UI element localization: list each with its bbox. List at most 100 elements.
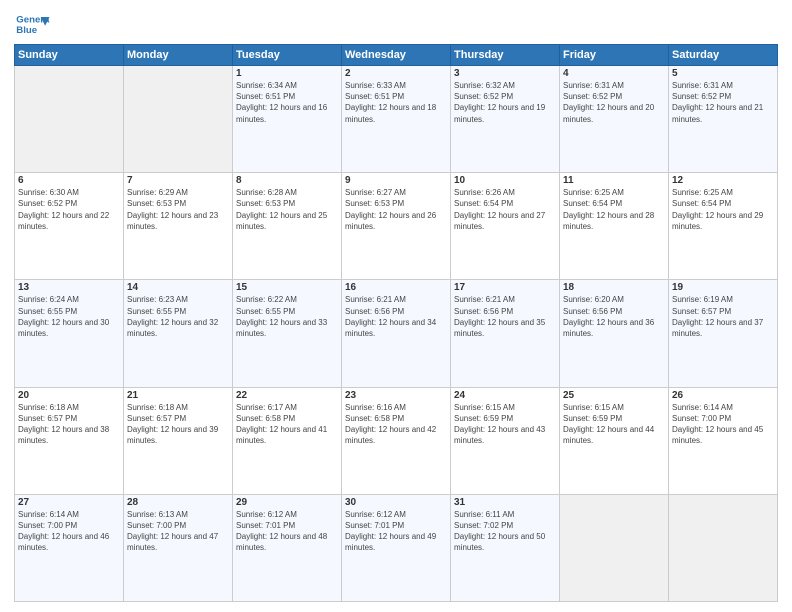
day-number: 23 <box>345 390 447 401</box>
day-number: 5 <box>672 68 774 79</box>
day-detail: Sunrise: 6:25 AMSunset: 6:54 PMDaylight:… <box>672 187 774 232</box>
calendar-cell: 7Sunrise: 6:29 AMSunset: 6:53 PMDaylight… <box>124 173 233 280</box>
day-detail: Sunrise: 6:18 AMSunset: 6:57 PMDaylight:… <box>18 402 120 447</box>
day-detail: Sunrise: 6:30 AMSunset: 6:52 PMDaylight:… <box>18 187 120 232</box>
day-detail: Sunrise: 6:17 AMSunset: 6:58 PMDaylight:… <box>236 402 338 447</box>
svg-text:Blue: Blue <box>16 25 37 36</box>
day-detail: Sunrise: 6:26 AMSunset: 6:54 PMDaylight:… <box>454 187 556 232</box>
day-number: 9 <box>345 175 447 186</box>
day-number: 25 <box>563 390 665 401</box>
day-detail: Sunrise: 6:29 AMSunset: 6:53 PMDaylight:… <box>127 187 229 232</box>
calendar-cell: 31Sunrise: 6:11 AMSunset: 7:02 PMDayligh… <box>451 494 560 601</box>
calendar-cell: 24Sunrise: 6:15 AMSunset: 6:59 PMDayligh… <box>451 387 560 494</box>
calendar-cell: 2Sunrise: 6:33 AMSunset: 6:51 PMDaylight… <box>342 66 451 173</box>
calendar-week-2: 6Sunrise: 6:30 AMSunset: 6:52 PMDaylight… <box>15 173 778 280</box>
day-detail: Sunrise: 6:18 AMSunset: 6:57 PMDaylight:… <box>127 402 229 447</box>
calendar-cell: 1Sunrise: 6:34 AMSunset: 6:51 PMDaylight… <box>233 66 342 173</box>
day-detail: Sunrise: 6:19 AMSunset: 6:57 PMDaylight:… <box>672 294 774 339</box>
day-detail: Sunrise: 6:13 AMSunset: 7:00 PMDaylight:… <box>127 509 229 554</box>
day-detail: Sunrise: 6:15 AMSunset: 6:59 PMDaylight:… <box>563 402 665 447</box>
calendar-cell <box>560 494 669 601</box>
day-number: 8 <box>236 175 338 186</box>
day-number: 26 <box>672 390 774 401</box>
weekday-header-tuesday: Tuesday <box>233 45 342 66</box>
calendar-cell: 6Sunrise: 6:30 AMSunset: 6:52 PMDaylight… <box>15 173 124 280</box>
calendar-cell: 8Sunrise: 6:28 AMSunset: 6:53 PMDaylight… <box>233 173 342 280</box>
calendar-cell: 4Sunrise: 6:31 AMSunset: 6:52 PMDaylight… <box>560 66 669 173</box>
day-number: 22 <box>236 390 338 401</box>
day-number: 16 <box>345 282 447 293</box>
calendar-cell: 3Sunrise: 6:32 AMSunset: 6:52 PMDaylight… <box>451 66 560 173</box>
day-number: 21 <box>127 390 229 401</box>
day-detail: Sunrise: 6:34 AMSunset: 6:51 PMDaylight:… <box>236 80 338 125</box>
day-number: 28 <box>127 497 229 508</box>
weekday-header-sunday: Sunday <box>15 45 124 66</box>
calendar-cell: 29Sunrise: 6:12 AMSunset: 7:01 PMDayligh… <box>233 494 342 601</box>
weekday-header-thursday: Thursday <box>451 45 560 66</box>
calendar-cell: 17Sunrise: 6:21 AMSunset: 6:56 PMDayligh… <box>451 280 560 387</box>
page-header: General Blue <box>14 10 778 38</box>
day-number: 18 <box>563 282 665 293</box>
day-number: 17 <box>454 282 556 293</box>
day-number: 2 <box>345 68 447 79</box>
weekday-header-friday: Friday <box>560 45 669 66</box>
calendar-cell: 28Sunrise: 6:13 AMSunset: 7:00 PMDayligh… <box>124 494 233 601</box>
calendar-week-5: 27Sunrise: 6:14 AMSunset: 7:00 PMDayligh… <box>15 494 778 601</box>
day-number: 15 <box>236 282 338 293</box>
day-number: 29 <box>236 497 338 508</box>
day-number: 7 <box>127 175 229 186</box>
day-number: 14 <box>127 282 229 293</box>
day-detail: Sunrise: 6:22 AMSunset: 6:55 PMDaylight:… <box>236 294 338 339</box>
calendar-cell: 14Sunrise: 6:23 AMSunset: 6:55 PMDayligh… <box>124 280 233 387</box>
calendar-cell: 23Sunrise: 6:16 AMSunset: 6:58 PMDayligh… <box>342 387 451 494</box>
calendar-cell: 25Sunrise: 6:15 AMSunset: 6:59 PMDayligh… <box>560 387 669 494</box>
calendar-cell <box>669 494 778 601</box>
logo-icon: General Blue <box>14 10 50 38</box>
calendar-cell: 15Sunrise: 6:22 AMSunset: 6:55 PMDayligh… <box>233 280 342 387</box>
weekday-header-monday: Monday <box>124 45 233 66</box>
calendar-cell: 13Sunrise: 6:24 AMSunset: 6:55 PMDayligh… <box>15 280 124 387</box>
day-detail: Sunrise: 6:32 AMSunset: 6:52 PMDaylight:… <box>454 80 556 125</box>
calendar-cell: 9Sunrise: 6:27 AMSunset: 6:53 PMDaylight… <box>342 173 451 280</box>
calendar-table: SundayMondayTuesdayWednesdayThursdayFrid… <box>14 44 778 602</box>
day-number: 24 <box>454 390 556 401</box>
day-number: 13 <box>18 282 120 293</box>
weekday-header-wednesday: Wednesday <box>342 45 451 66</box>
day-number: 1 <box>236 68 338 79</box>
day-detail: Sunrise: 6:16 AMSunset: 6:58 PMDaylight:… <box>345 402 447 447</box>
day-number: 27 <box>18 497 120 508</box>
calendar-cell: 5Sunrise: 6:31 AMSunset: 6:52 PMDaylight… <box>669 66 778 173</box>
day-detail: Sunrise: 6:21 AMSunset: 6:56 PMDaylight:… <box>454 294 556 339</box>
calendar-cell: 26Sunrise: 6:14 AMSunset: 7:00 PMDayligh… <box>669 387 778 494</box>
day-number: 3 <box>454 68 556 79</box>
day-detail: Sunrise: 6:11 AMSunset: 7:02 PMDaylight:… <box>454 509 556 554</box>
calendar-cell: 30Sunrise: 6:12 AMSunset: 7:01 PMDayligh… <box>342 494 451 601</box>
day-number: 12 <box>672 175 774 186</box>
day-detail: Sunrise: 6:27 AMSunset: 6:53 PMDaylight:… <box>345 187 447 232</box>
day-detail: Sunrise: 6:31 AMSunset: 6:52 PMDaylight:… <box>563 80 665 125</box>
day-number: 4 <box>563 68 665 79</box>
day-detail: Sunrise: 6:28 AMSunset: 6:53 PMDaylight:… <box>236 187 338 232</box>
day-number: 20 <box>18 390 120 401</box>
day-number: 10 <box>454 175 556 186</box>
calendar-cell: 12Sunrise: 6:25 AMSunset: 6:54 PMDayligh… <box>669 173 778 280</box>
day-number: 30 <box>345 497 447 508</box>
logo: General Blue <box>14 10 50 38</box>
day-detail: Sunrise: 6:31 AMSunset: 6:52 PMDaylight:… <box>672 80 774 125</box>
day-number: 31 <box>454 497 556 508</box>
calendar-page: General Blue SundayMondayTuesdayWednesda… <box>0 0 792 612</box>
calendar-cell: 10Sunrise: 6:26 AMSunset: 6:54 PMDayligh… <box>451 173 560 280</box>
day-detail: Sunrise: 6:25 AMSunset: 6:54 PMDaylight:… <box>563 187 665 232</box>
calendar-cell: 19Sunrise: 6:19 AMSunset: 6:57 PMDayligh… <box>669 280 778 387</box>
day-detail: Sunrise: 6:14 AMSunset: 7:00 PMDaylight:… <box>672 402 774 447</box>
calendar-week-1: 1Sunrise: 6:34 AMSunset: 6:51 PMDaylight… <box>15 66 778 173</box>
day-detail: Sunrise: 6:14 AMSunset: 7:00 PMDaylight:… <box>18 509 120 554</box>
day-number: 19 <box>672 282 774 293</box>
calendar-cell: 11Sunrise: 6:25 AMSunset: 6:54 PMDayligh… <box>560 173 669 280</box>
day-detail: Sunrise: 6:33 AMSunset: 6:51 PMDaylight:… <box>345 80 447 125</box>
calendar-cell: 18Sunrise: 6:20 AMSunset: 6:56 PMDayligh… <box>560 280 669 387</box>
day-detail: Sunrise: 6:12 AMSunset: 7:01 PMDaylight:… <box>236 509 338 554</box>
day-detail: Sunrise: 6:24 AMSunset: 6:55 PMDaylight:… <box>18 294 120 339</box>
day-number: 6 <box>18 175 120 186</box>
calendar-cell <box>15 66 124 173</box>
